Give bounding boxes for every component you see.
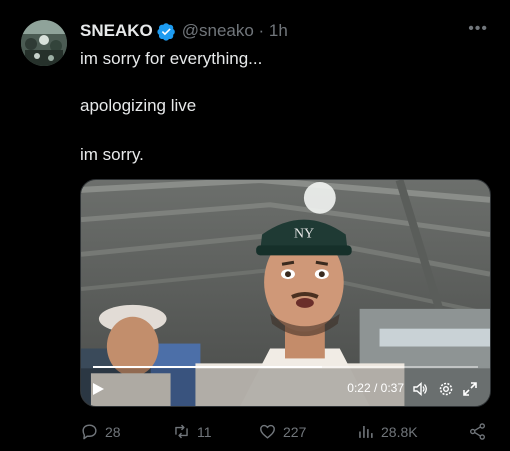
tweet-header: SNEAKO @sneako · 1h: [80, 20, 288, 42]
reply-count: 28: [105, 423, 121, 440]
video-frame: NY: [81, 180, 490, 406]
more-icon[interactable]: •••: [468, 21, 488, 37]
video-progress-track[interactable]: [93, 366, 478, 368]
retweet-icon: [175, 424, 188, 439]
share-icon: [470, 423, 485, 440]
like-button[interactable]: 227: [258, 422, 306, 441]
video-progress-fill: [93, 366, 323, 368]
views-count: 28.8K: [381, 423, 418, 440]
svg-text:NY: NY: [294, 227, 314, 242]
tweet-text-line: im sorry.: [80, 145, 144, 164]
reply-button[interactable]: 28: [80, 422, 121, 441]
tweet-text-line: apologizing live: [80, 96, 197, 115]
volume-icon[interactable]: [412, 381, 428, 397]
video-player[interactable]: NY 0:22 / 0:37: [80, 179, 491, 407]
reply-icon: [82, 424, 97, 440]
retweet-button[interactable]: 11: [172, 422, 212, 441]
views-button[interactable]: 28.8K: [356, 422, 418, 441]
video-time: 0:22 / 0:37: [347, 381, 404, 395]
settings-gear-icon[interactable]: [438, 381, 454, 397]
fullscreen-icon[interactable]: [462, 381, 478, 397]
tweet-actions: 28 11 227 28.8K: [80, 422, 495, 444]
play-icon[interactable]: [91, 382, 105, 396]
verified-badge-icon: [157, 22, 175, 41]
author-handle-and-time[interactable]: @sneako · 1h: [182, 21, 288, 41]
like-icon: [260, 424, 275, 439]
author-name[interactable]: SNEAKO: [80, 21, 153, 41]
share-button[interactable]: [468, 422, 493, 441]
tweet-text-line: im sorry for everything...: [80, 49, 263, 68]
retweet-count: 11: [197, 423, 212, 440]
avatar[interactable]: [21, 20, 67, 66]
avatar-image: [21, 20, 67, 66]
views-icon: [359, 425, 373, 438]
like-count: 227: [283, 423, 307, 440]
tweet[interactable]: SNEAKO @sneako · 1h ••• im sorry for eve…: [0, 0, 510, 451]
